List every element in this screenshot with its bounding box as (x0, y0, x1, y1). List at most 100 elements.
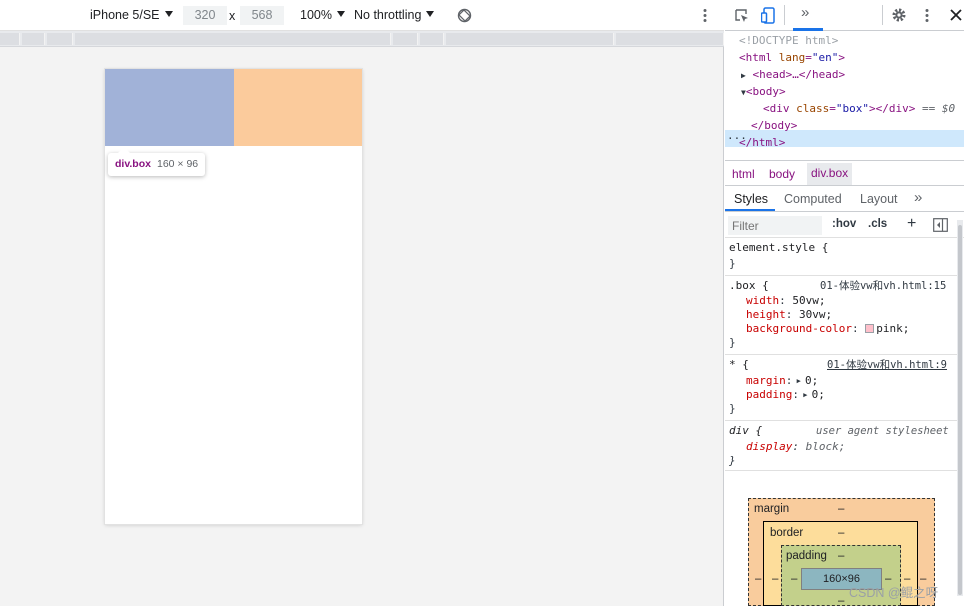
ruler-segment[interactable] (47, 33, 73, 45)
prop-name: display (746, 440, 793, 453)
inspect-element-icon[interactable] (734, 8, 750, 24)
more-vert-icon[interactable] (703, 8, 707, 23)
prop-value: 30vw; (799, 308, 833, 321)
ruler-segment[interactable] (446, 33, 614, 45)
throttling-select[interactable]: No throttling (354, 8, 435, 22)
breadcrumb-div-box[interactable]: div.box (807, 163, 853, 185)
border-label: border (770, 527, 804, 539)
styles-scrollbar-thumb[interactable] (958, 225, 962, 595)
ruler-segment[interactable] (616, 33, 724, 45)
border-top-value[interactable]: – (838, 527, 844, 539)
prop-display: display: block; (746, 440, 846, 453)
breadcrumb-html[interactable]: html (732, 167, 755, 181)
tab-styles[interactable]: Styles (734, 192, 768, 206)
border-left-value[interactable]: – (772, 573, 778, 585)
universal-rule[interactable]: * { 01-体验vw和vh.html:9 margin: ▶ 0; paddi… (725, 355, 957, 421)
prop-name: background-color (746, 322, 852, 335)
expand-triangle-icon: ▶ (798, 391, 812, 399)
tab-layout[interactable]: Layout (860, 192, 898, 206)
box-selector: .box { (729, 279, 769, 292)
breadcrumb: html body div.box (725, 160, 964, 186)
more-vert-icon[interactable] (925, 8, 929, 23)
prop-value: block; (805, 440, 846, 453)
tab-overflow[interactable]: » (914, 189, 922, 206)
hov-button[interactable]: :hov (832, 218, 856, 230)
expand-triangle-icon[interactable]: ▶ (741, 71, 746, 80)
devtools-toolbar: » (725, 0, 964, 31)
filter-input[interactable] (728, 216, 822, 235)
ruler-segment[interactable] (0, 33, 20, 45)
prop-value: 0; (805, 374, 819, 387)
rule-close-brace: } (729, 336, 736, 349)
class-attr: class (796, 102, 830, 115)
lang-value: "en" (811, 51, 839, 64)
device-toolbar: iPhone 5/SE 320 x 568 100% No throttling (0, 0, 724, 31)
prop-width[interactable]: width: 50vw; (746, 294, 826, 309)
box-source-link[interactable]: 01-体验vw和vh.html:15 (820, 279, 946, 294)
body-node[interactable]: ▼<body> (741, 83, 786, 101)
padding-label: padding (786, 550, 827, 562)
prop-name: width (746, 294, 780, 307)
close-icon[interactable] (950, 9, 962, 21)
margin-label: margin (754, 503, 790, 515)
prop-value: 0; (811, 388, 825, 401)
ruler-segment[interactable] (420, 33, 444, 45)
tooltip-size: 160 × 96 (156, 158, 199, 170)
ua-source: user agent stylesheet (816, 425, 949, 437)
html-close-node[interactable]: </html> (739, 134, 785, 151)
ruler-segment[interactable] (75, 33, 391, 45)
prop-background-color[interactable]: background-color: pink; (746, 322, 909, 337)
margin-highlight (234, 69, 362, 146)
margin-top-value[interactable]: – (838, 503, 844, 515)
tab-computed[interactable]: Computed (784, 192, 842, 206)
expand-triangle-icon: ▶ (792, 377, 806, 385)
prop-height[interactable]: height: 30vw; (746, 308, 832, 323)
device-toggle-icon[interactable] (760, 7, 775, 24)
zoom-select[interactable]: 100% (300, 8, 345, 22)
breadcrumb-body[interactable]: body (769, 167, 795, 181)
element-tooltip: div.box 160 × 96 (108, 147, 206, 176)
elements-tree: <!DOCTYPE html> <html lang="en"> ▶ <head… (725, 31, 964, 160)
element-style-rule[interactable]: element.style { } (725, 238, 957, 276)
styles-filter-bar: :hov .cls + (725, 212, 964, 238)
prop-padding[interactable]: padding: ▶ 0; (746, 388, 825, 403)
prop-name: padding (746, 388, 793, 401)
toggle-sidebar-icon[interactable] (933, 218, 948, 232)
ua-selector: div { (729, 424, 763, 437)
zoom-value: 100% (300, 8, 332, 22)
box-rule[interactable]: .box { 01-体验vw和vh.html:15 width: 50vw; h… (725, 276, 957, 355)
prop-name: margin (746, 374, 786, 387)
universal-source-link[interactable]: 01-体验vw和vh.html:9 (827, 358, 947, 373)
throttling-value: No throttling (354, 8, 422, 22)
width-input[interactable]: 320 (183, 6, 227, 25)
html-open-close: > (838, 51, 845, 64)
head-node[interactable]: ▶ <head>…</head> (741, 66, 845, 84)
prop-name: height (746, 308, 786, 321)
prop-value: pink; (876, 322, 910, 335)
gear-icon[interactable] (891, 7, 907, 23)
padding-bottom-value[interactable]: – (838, 595, 844, 607)
height-input[interactable]: 568 (240, 6, 284, 25)
more-tabs-button[interactable]: » (801, 4, 809, 21)
media-query-ruler[interactable] (0, 31, 724, 47)
padding-top-value[interactable]: – (838, 550, 844, 562)
prop-margin[interactable]: margin: ▶ 0; (746, 374, 818, 389)
doctype-node[interactable]: <!DOCTYPE html> (739, 32, 838, 49)
rotate-icon[interactable] (457, 8, 472, 23)
rule-close-brace: } (729, 402, 736, 415)
tooltip-selector: div.box (115, 158, 151, 170)
ruler-segment[interactable] (393, 33, 418, 45)
color-swatch-icon[interactable] (865, 324, 875, 333)
div-box-node[interactable]: <div class="box"></div> == $0 (763, 100, 955, 117)
device-name: iPhone 5/SE (90, 8, 160, 22)
body-close-node[interactable]: </body> (751, 117, 797, 134)
ruler-segment[interactable] (22, 33, 45, 45)
html-node[interactable]: <html lang="en"> (739, 49, 845, 66)
device-viewport[interactable] (105, 69, 362, 524)
cls-button[interactable]: .cls (868, 218, 887, 230)
padding-left-value[interactable]: – (791, 573, 797, 585)
margin-left-value[interactable]: – (755, 573, 761, 585)
device-select[interactable]: iPhone 5/SE (90, 8, 173, 22)
div-open-tag: <div (763, 102, 790, 115)
new-rule-button[interactable]: + (907, 215, 916, 233)
